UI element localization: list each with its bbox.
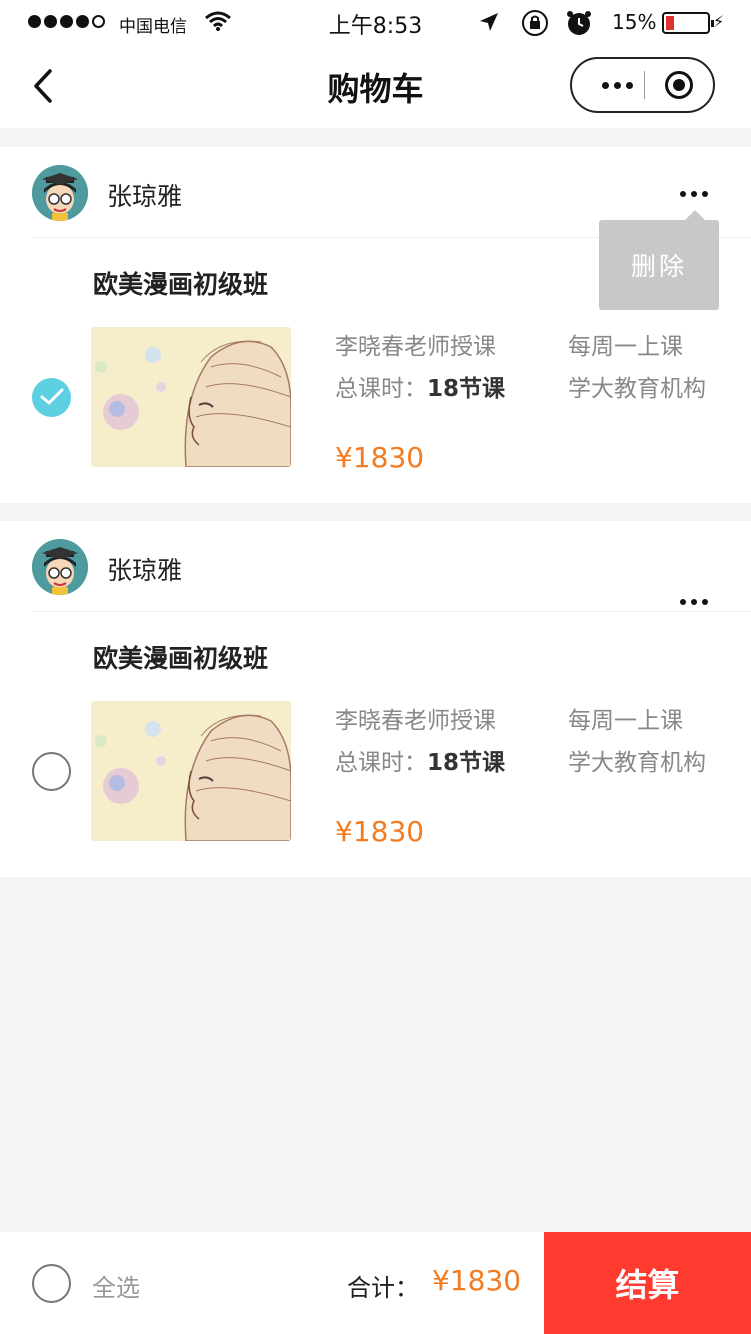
manga-illustration-icon [91,327,291,467]
avatar [32,165,88,221]
teacher-name: 张琼雅 [107,556,183,585]
hours-label: 总课时： [335,376,427,402]
teacher-avatar-icon [32,165,88,221]
course-title: 欧美漫画初级班 [93,270,269,299]
check-mark-icon [40,388,64,405]
checkout-bar: 全选 合计： ¥1830 结算 [0,1232,751,1334]
close-target-icon[interactable] [665,71,693,99]
course-hours: 总课时：18节课 [335,743,505,777]
avatar [32,539,88,595]
price: ¥1830 [335,441,425,474]
item-checkbox[interactable] [32,378,71,417]
total-label: 合计： [347,1274,419,1302]
cart-item: 张琼雅 欧美漫画初级班 李晓春老师授课 总课时：18节课 每周一上课 学大教育机… [0,521,751,877]
select-all-label[interactable]: 全选 [92,1268,140,1303]
status-bar: 中国电信 上午8:53 15% ⚡ [0,0,751,44]
schedule-label: 每周一上课 [568,708,683,734]
divider [32,611,751,612]
organization-label: 学大教育机构 [568,376,706,402]
organization-label: 学大教育机构 [568,750,706,776]
delete-popup-button[interactable]: 删除 [599,210,719,310]
miniprogram-capsule [570,57,715,113]
checkout-button[interactable]: 结算 [544,1232,751,1334]
total-price: ¥1830 [432,1264,522,1297]
manga-illustration-icon [91,701,291,841]
course-cover-image[interactable] [91,701,291,841]
hours-value: 18节课 [427,376,506,402]
alarm-clock-icon [567,11,591,35]
more-dots-icon[interactable] [680,187,708,201]
more-options-icon[interactable] [590,59,644,111]
charging-bolt-icon: ⚡ [713,12,725,31]
battery-percent: 15% [612,10,657,34]
price: ¥1830 [335,815,425,848]
capsule-divider [644,71,645,99]
course-hours: 总课时：18节课 [335,369,505,403]
instructor-label: 李晓春老师授课 [335,334,496,360]
item-checkbox[interactable] [32,752,71,791]
hours-label: 总课时： [335,750,427,776]
instructor-label: 李晓春老师授课 [335,708,496,734]
rotation-lock-icon [522,10,548,36]
nav-bar: 购物车 [0,44,751,128]
select-all-checkbox[interactable] [32,1264,71,1303]
schedule-label: 每周一上课 [568,334,683,360]
location-arrow-icon [480,13,498,31]
delete-label: 删除 [630,252,687,281]
cart-item: 张琼雅 欧美漫画初级班 李晓春老师授课 总课时：18节课 每周一上课 学大教育机… [0,147,751,503]
more-dots-icon[interactable] [680,595,708,609]
teacher-name: 张琼雅 [107,182,183,211]
teacher-avatar-icon [32,539,88,595]
course-cover-image[interactable] [91,327,291,467]
course-title: 欧美漫画初级班 [93,644,269,673]
battery-icon [662,12,714,34]
hours-value: 18节课 [427,750,506,776]
